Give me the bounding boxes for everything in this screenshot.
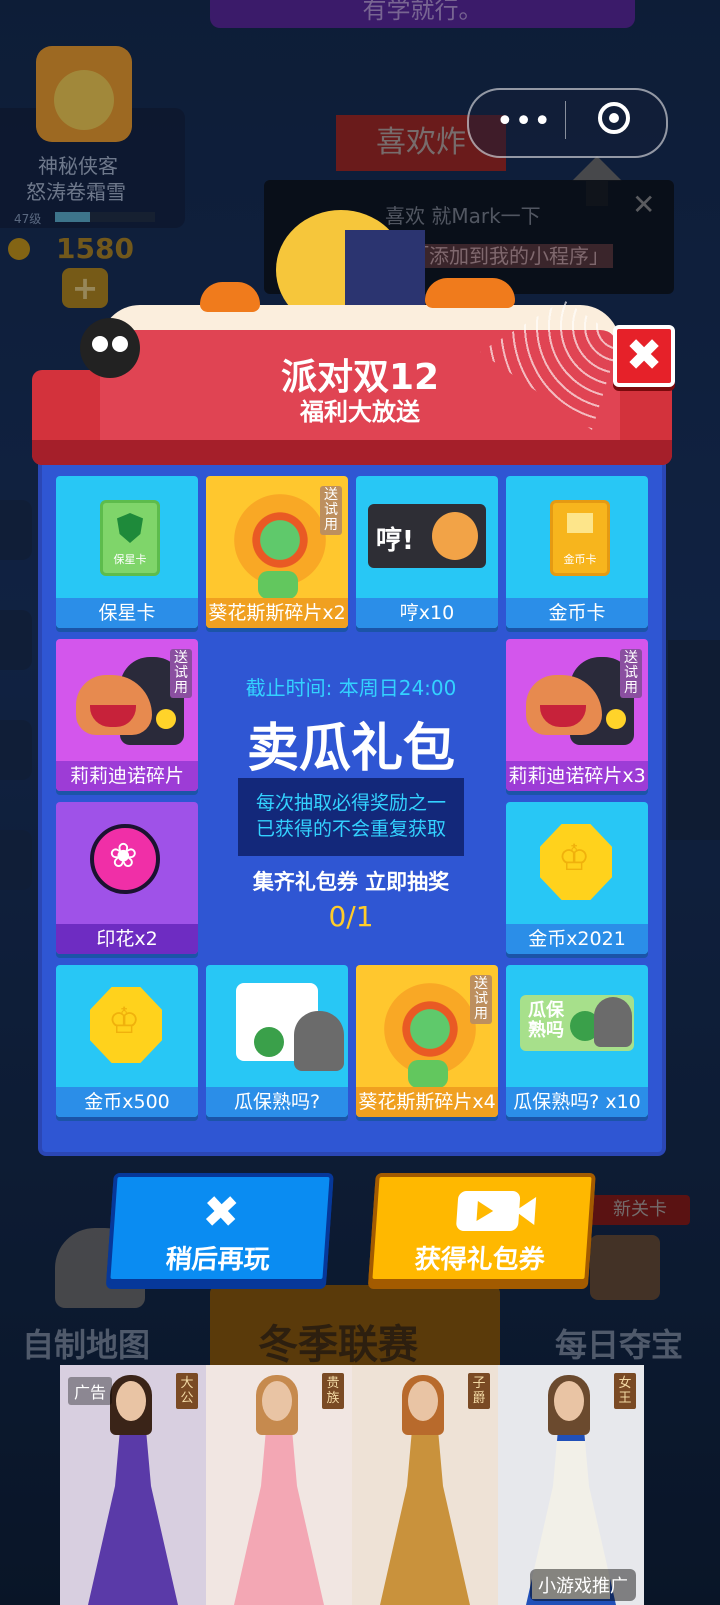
trial-badge: 送试用 xyxy=(170,649,192,698)
ad-character-panel[interactable]: 贵族 xyxy=(206,1365,352,1605)
reward-tile[interactable]: 送试用 莉莉迪诺碎片 xyxy=(56,639,198,791)
notice-line: 每次抽取必得奖励之一 xyxy=(255,792,446,814)
get-ticket-button[interactable]: 获得礼包券 xyxy=(368,1173,596,1283)
banner-shade xyxy=(32,440,672,465)
ad-banner[interactable]: 大公 贵族 子爵 女王 广告 小游戏推广 xyxy=(60,1365,644,1605)
tile-label: 金币x2021 xyxy=(506,924,648,954)
ad-rank-tag: 女王 xyxy=(614,1373,636,1409)
reward-tile[interactable]: 瓜保熟吗 瓜保熟吗? x10 xyxy=(506,965,648,1117)
tile-label: 莉莉迪诺碎片 xyxy=(56,761,198,791)
get-ticket-label: 获得礼包券 xyxy=(413,1245,546,1275)
pack-title: 卖瓜礼包 xyxy=(246,719,455,779)
ad-dress xyxy=(88,1435,178,1605)
sunflower-stem xyxy=(258,571,298,599)
ad-label: 广告 xyxy=(68,1377,113,1405)
tile-label: 葵花斯斯碎片x2 xyxy=(206,598,348,628)
tile-label: 印花x2 xyxy=(56,924,198,954)
play-later-label: 稍后再玩 xyxy=(164,1245,271,1275)
reward-tile[interactable]: 哼! 哼x10 xyxy=(356,476,498,628)
ad-rank-tag: 贵族 xyxy=(322,1373,344,1409)
shiba-dog-icon xyxy=(432,512,478,560)
reward-tile[interactable]: 印花x2 xyxy=(56,802,198,954)
trial-badge: 送试用 xyxy=(470,975,492,1024)
more-icon[interactable]: ••• xyxy=(496,104,552,139)
collect-text: 集齐礼包券 立即抽奖 xyxy=(252,870,450,894)
melon-sign-icon xyxy=(236,983,344,1071)
ad-dress xyxy=(380,1435,470,1605)
tile-label: 葵花斯斯碎片x4 xyxy=(356,1087,498,1117)
tile-label: 金币卡 xyxy=(506,598,648,628)
video-camera-icon xyxy=(455,1191,521,1231)
ad-head xyxy=(262,1381,292,1421)
ticket-progress: 0/1 xyxy=(328,900,374,933)
gold-coin-icon xyxy=(540,824,612,900)
play-later-button[interactable]: ✖ 稍后再玩 xyxy=(106,1173,334,1283)
tile-label: 保星卡 xyxy=(56,598,198,628)
notice-line: 已获得的不会重复获取 xyxy=(255,818,446,840)
pumpkin-icon xyxy=(425,278,515,308)
card-text: 金币卡 xyxy=(563,553,597,566)
pumpkin-icon xyxy=(200,282,260,312)
reward-tile[interactable]: 瓜保熟吗? xyxy=(206,965,348,1117)
mini-game-promo-label[interactable]: 小游戏推广 xyxy=(530,1569,636,1601)
castle-decoration xyxy=(345,230,425,310)
ad-head xyxy=(116,1381,146,1421)
hum-sign-text: 哼! xyxy=(376,526,414,556)
tile-label: 哼x10 xyxy=(356,598,498,628)
tile-label: 莉莉迪诺碎片x3 xyxy=(506,761,648,791)
flower-stamp-icon xyxy=(90,824,160,894)
close-icon: ✖ xyxy=(200,1187,242,1238)
reward-tile[interactable]: 送试用 葵花斯斯碎片x2 xyxy=(206,476,348,628)
reward-tile[interactable]: 金币x500 xyxy=(56,965,198,1117)
gift-pack-info: 截止时间: 本周日24:00 卖瓜礼包 每次抽取必得奖励之一 已获得的不会重复获… xyxy=(210,640,492,950)
ad-rank-tag: 大公 xyxy=(176,1373,198,1409)
card-text: 保星卡 xyxy=(113,553,147,566)
tile-label: 瓜保熟吗? xyxy=(206,1087,348,1117)
trial-badge: 送试用 xyxy=(620,649,642,698)
ad-dress xyxy=(234,1435,324,1605)
deadline-text: 截止时间: 本周日24:00 xyxy=(245,676,457,700)
tile-label: 瓜保熟吗? x10 xyxy=(506,1087,648,1117)
tile-label: 金币x500 xyxy=(56,1087,198,1117)
ad-head xyxy=(408,1381,438,1421)
capsule-divider xyxy=(565,101,566,139)
reward-tile[interactable]: 保星卡 保星卡 xyxy=(56,476,198,628)
reward-tile[interactable]: 送试用 葵花斯斯碎片x4 xyxy=(356,965,498,1117)
ad-rank-tag: 子爵 xyxy=(468,1373,490,1409)
reward-tile[interactable]: 金币x2021 xyxy=(506,802,648,954)
gold-coin-icon xyxy=(90,987,162,1063)
notice-box: 每次抽取必得奖励之一 已获得的不会重复获取 xyxy=(238,778,464,856)
ad-head xyxy=(554,1381,584,1421)
ad-character-panel[interactable]: 子爵 xyxy=(352,1365,498,1605)
trial-badge: 送试用 xyxy=(320,486,342,535)
sunflower-stem xyxy=(408,1060,448,1088)
shield-card-icon: 保星卡 xyxy=(100,500,160,576)
reward-tile[interactable]: 金币卡 金币卡 xyxy=(506,476,648,628)
dino-character-icon xyxy=(520,653,634,753)
modal-subtitle: 福利大放送 xyxy=(300,398,420,426)
reward-tile[interactable]: 送试用 莉莉迪诺碎片x3 xyxy=(506,639,648,791)
close-button[interactable]: ✖ xyxy=(613,325,675,387)
close-mini-program-icon[interactable] xyxy=(598,102,630,134)
gold-card-icon: 金币卡 xyxy=(550,500,610,576)
melon-sign-icon: 瓜保熟吗 xyxy=(520,995,634,1051)
dino-character-icon xyxy=(70,653,184,753)
